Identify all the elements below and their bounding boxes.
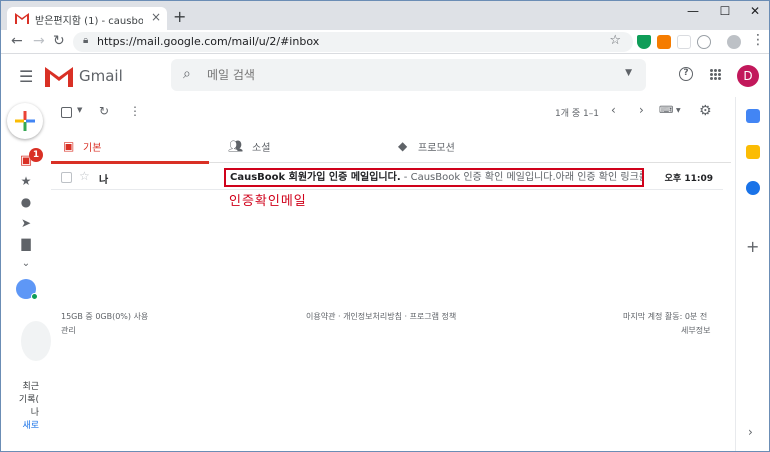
search-icon[interactable]: ⌕ — [183, 66, 191, 82]
expand-panel-icon[interactable]: › — [748, 425, 753, 439]
back-arrow-icon[interactable]: ← — [11, 33, 23, 49]
browser-tab-gmail[interactable]: 받은편지함 (1) - causbook@gm × — [7, 7, 167, 30]
search-input[interactable] — [207, 65, 607, 85]
forward-arrow-icon[interactable]: → — [33, 33, 45, 49]
tab-social[interactable]: 👥︎ 소셜 — [216, 129, 376, 163]
tab-primary[interactable]: ▣ 기본 — [51, 129, 209, 164]
rail-text: 나 — [30, 408, 39, 418]
input-tools-icon[interactable]: ⌨ — [659, 105, 673, 116]
settings-gear-icon[interactable]: ⚙ — [699, 103, 712, 119]
profile-icon[interactable] — [727, 35, 741, 49]
tab-promotions[interactable]: ◆ 프로모션 — [386, 129, 546, 163]
tasks-icon[interactable] — [746, 181, 760, 195]
email-highlight-box[interactable]: CausBook 회원가입 인증 메일입니다. - CausBook 인증 확인… — [224, 168, 644, 187]
link-extension-icon[interactable] — [697, 35, 711, 49]
apps-grid-icon[interactable] — [710, 69, 722, 81]
pagination-label: 1개 중 1–1 — [555, 109, 599, 119]
extension-icon[interactable] — [657, 35, 671, 49]
inbox-unread-badge: 1 — [29, 148, 43, 162]
mail-action-toolbar: ▼ ↻ ⋮ 1개 중 1–1 ‹ › ⌨ ▼ ⚙ — [51, 97, 731, 127]
email-time: 오후 11:09 — [664, 174, 713, 184]
starred-icon[interactable]: ★ — [19, 174, 33, 188]
keep-icon[interactable] — [746, 145, 760, 159]
side-panel: + › — [735, 97, 769, 451]
maximize-button[interactable]: ☐ — [717, 4, 733, 18]
compose-button[interactable] — [7, 103, 43, 139]
online-status-icon — [31, 293, 38, 300]
table-row[interactable]: ☆ 나 CausBook 회원가입 인증 메일입니다. - CausBook 인… — [51, 166, 723, 190]
email-sender: 나 — [99, 175, 109, 186]
snoozed-clock-icon[interactable]: ● — [19, 195, 33, 209]
reload-icon[interactable]: ↻ — [53, 33, 65, 49]
tab-label: 프로모션 — [418, 143, 455, 154]
storage-usage: 15GB 중 0GB(0%) 사용 — [61, 312, 149, 321]
last-activity: 마지막 계정 활동: 0분 전 — [623, 312, 708, 321]
gmail-favicon-icon — [15, 13, 29, 24]
browser-tab-title: 받은편지함 (1) - causbook@gm — [35, 16, 143, 27]
gmail-header: ☰ Gmail ⌕ ▼ ? D — [1, 55, 769, 97]
row-checkbox[interactable] — [61, 172, 72, 183]
email-subject: CausBook 회원가입 인증 메일입니다. — [230, 172, 401, 183]
close-window-button[interactable]: ✕ — [747, 4, 763, 18]
help-icon[interactable]: ? — [679, 67, 693, 81]
add-addon-icon[interactable]: + — [746, 237, 759, 256]
browser-window: 받은편지함 (1) - causbook@gm × + — ☐ ✕ ← → ↻ … — [0, 0, 770, 452]
lock-icon: 🔒︎ — [83, 35, 89, 46]
rail-link[interactable]: 새로 — [1, 418, 39, 431]
more-chevron-icon[interactable]: ⌄ — [19, 258, 33, 269]
annotation-label: 인증확인메일 — [229, 194, 307, 209]
sent-icon[interactable]: ➤ — [19, 216, 33, 230]
category-tabs: ▣ 기본 👥︎ 소셜 ◆ 프로모션 — [51, 129, 731, 164]
browser-toolbar: ← → ↻ 🔒︎ https://mail.google.com/mail/u/… — [1, 30, 769, 54]
select-dropdown-icon[interactable]: ▼ — [77, 106, 82, 114]
tag-icon: ◆ — [398, 139, 408, 153]
search-bar: ⌕ ▼ — [171, 59, 646, 91]
input-dropdown-icon[interactable]: ▼ — [676, 107, 681, 114]
prev-page-icon[interactable]: ‹ — [611, 103, 616, 117]
compose-plus-icon — [15, 111, 35, 131]
account-avatar[interactable]: D — [737, 65, 759, 87]
next-page-icon[interactable]: › — [639, 103, 644, 117]
main-menu-icon[interactable]: ☰ — [19, 67, 33, 86]
tab-label: 기본 — [83, 143, 102, 154]
hangouts-bubble — [21, 321, 51, 361]
gmail-logo-icon[interactable] — [45, 65, 73, 87]
star-icon[interactable]: ☆ — [79, 169, 90, 183]
new-tab-button[interactable]: + — [173, 7, 186, 26]
tab-close-icon[interactable]: × — [151, 10, 161, 24]
activity-details-link[interactable]: 세부정보 — [681, 325, 710, 336]
email-preview: - CausBook 인증 확인 메일입니다.아래 인증 확인 링크를 클... — [400, 172, 644, 183]
rail-text: 최근 — [22, 382, 39, 392]
drafts-icon[interactable]: ▇ — [19, 237, 33, 251]
url-text: https://mail.google.com/mail/u/2/#inbox — [97, 35, 320, 48]
tab-label: 소셜 — [252, 143, 271, 154]
active-tab-indicator — [51, 161, 209, 164]
calendar-icon[interactable] — [746, 109, 760, 123]
app-name[interactable]: Gmail — [79, 67, 123, 85]
refresh-icon[interactable]: ↻ — [99, 104, 109, 118]
bookmark-star-icon[interactable]: ☆ — [609, 33, 621, 48]
shield-extension-icon[interactable] — [637, 35, 651, 49]
manage-storage-link[interactable]: 관리 — [61, 325, 76, 336]
people-icon: 👥︎ — [228, 139, 244, 153]
rail-text: 기록( — [18, 395, 39, 405]
tab-strip: 받은편지함 (1) - causbook@gm × + — ☐ ✕ — [1, 1, 769, 30]
inbox-icon: ▣ — [63, 139, 75, 153]
minimize-button[interactable]: — — [685, 4, 701, 18]
extension-icon[interactable] — [677, 35, 691, 49]
select-all-checkbox[interactable] — [61, 107, 72, 118]
address-bar[interactable]: 🔒︎ https://mail.google.com/mail/u/2/#inb… — [73, 32, 633, 52]
footer-links[interactable]: 이용약관 · 개인정보처리방침 · 프로그램 정책 — [306, 311, 456, 322]
search-options-icon[interactable]: ▼ — [625, 68, 632, 78]
more-options-icon[interactable]: ⋮ — [129, 104, 141, 118]
menu-dots-icon[interactable]: ⋮ — [751, 32, 765, 48]
